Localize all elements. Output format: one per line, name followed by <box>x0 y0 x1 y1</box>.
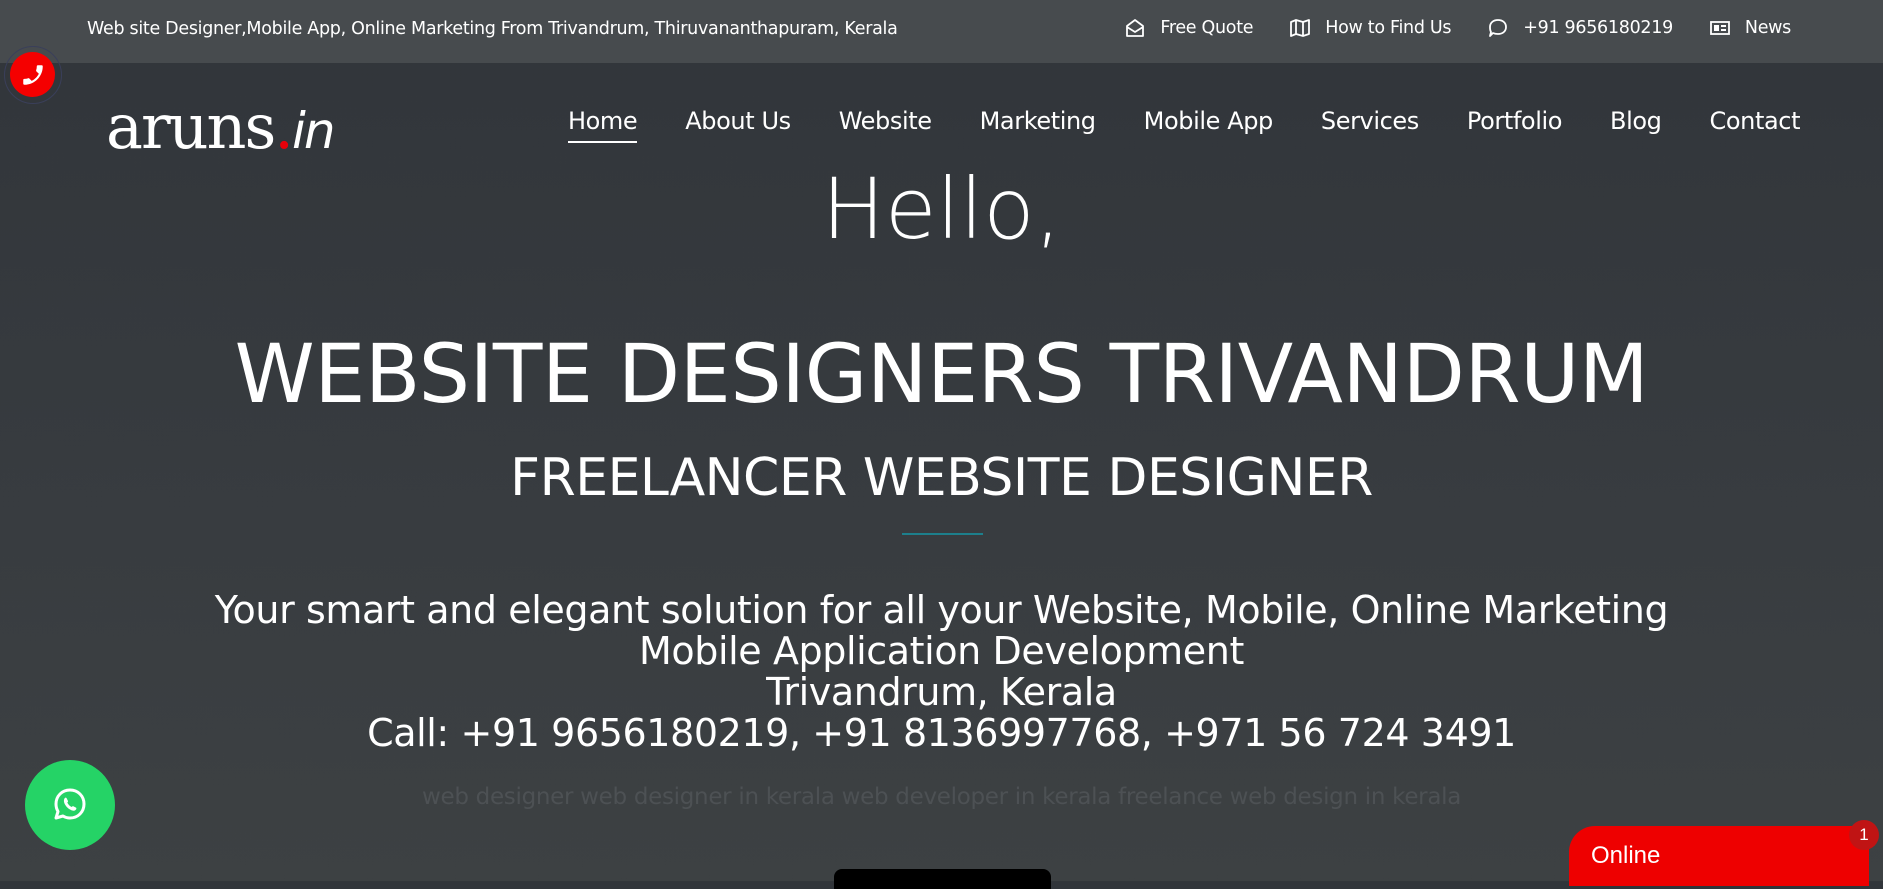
free-quote-link[interactable]: Free Quote <box>1124 18 1254 38</box>
map-icon <box>1290 19 1311 37</box>
top-links: Free Quote How to Find Us +91 9656180219… <box>1124 18 1791 38</box>
nav-mobile-app[interactable]: Mobile App <box>1144 107 1274 143</box>
hero-subtitle: FREELANCER WEBSITE DESIGNER <box>510 448 1373 508</box>
free-quote-label: Free Quote <box>1160 18 1254 38</box>
hero-divider <box>902 533 983 535</box>
online-chat-widget[interactable]: Online 1 <box>1569 820 1879 886</box>
whatsapp-button[interactable] <box>25 760 115 850</box>
call-button-circle <box>10 52 55 97</box>
site-logo[interactable]: aruns.in <box>106 96 336 160</box>
call-button[interactable] <box>4 46 62 104</box>
hero-greeting: Hello, <box>821 160 1062 258</box>
hero-description: Your smart and elegant solution for all … <box>0 590 1883 754</box>
newspaper-icon <box>1710 21 1730 35</box>
logo-name: aruns <box>106 90 276 163</box>
whatsapp-icon <box>54 788 86 820</box>
news-label: News <box>1744 18 1791 38</box>
hero-title: WEBSITE DESIGNERS TRIVANDRUM <box>234 328 1649 422</box>
nav-portfolio[interactable]: Portfolio <box>1467 107 1563 143</box>
how-to-find-us-link[interactable]: How to Find Us <box>1289 18 1452 38</box>
chat-bubble-icon <box>1489 19 1508 37</box>
nav-website[interactable]: Website <box>839 107 932 143</box>
main-nav: Home About Us Website Marketing Mobile A… <box>568 107 1800 143</box>
nav-about-us[interactable]: About Us <box>685 107 791 143</box>
hero-line-mobile: Mobile Application Development <box>639 629 1244 673</box>
nav-services[interactable]: Services <box>1321 107 1419 143</box>
news-link[interactable]: News <box>1709 18 1791 38</box>
how-to-find-us-label: How to Find Us <box>1325 18 1452 38</box>
envelope-open-icon <box>1126 19 1145 37</box>
hero-line-services: Your smart and elegant solution for all … <box>214 588 1669 632</box>
phone-icon <box>22 64 43 85</box>
logo-dot: . <box>274 90 294 163</box>
hero-line-location: Trivandrum, Kerala <box>766 670 1117 714</box>
unread-badge: 1 <box>1849 820 1879 850</box>
tagline: Web site Designer,Mobile App, Online Mar… <box>87 19 898 39</box>
online-label: Online <box>1591 842 1661 869</box>
hero-cta-button[interactable] <box>834 869 1051 889</box>
seo-keywords: web designer web designer in kerala web … <box>421 784 1462 810</box>
nav-home[interactable]: Home <box>568 107 638 143</box>
top-bar: Web site Designer,Mobile App, Online Mar… <box>0 0 1883 63</box>
phone-number-label: +91 9656180219 <box>1523 18 1673 38</box>
nav-marketing[interactable]: Marketing <box>980 107 1096 143</box>
hero-line-call: Call: +91 9656180219, +91 8136997768, +9… <box>367 711 1516 755</box>
nav-contact[interactable]: Contact <box>1710 107 1801 143</box>
logo-tld: in <box>292 102 336 160</box>
nav-blog[interactable]: Blog <box>1610 107 1662 143</box>
phone-link[interactable]: +91 9656180219 <box>1487 18 1673 38</box>
